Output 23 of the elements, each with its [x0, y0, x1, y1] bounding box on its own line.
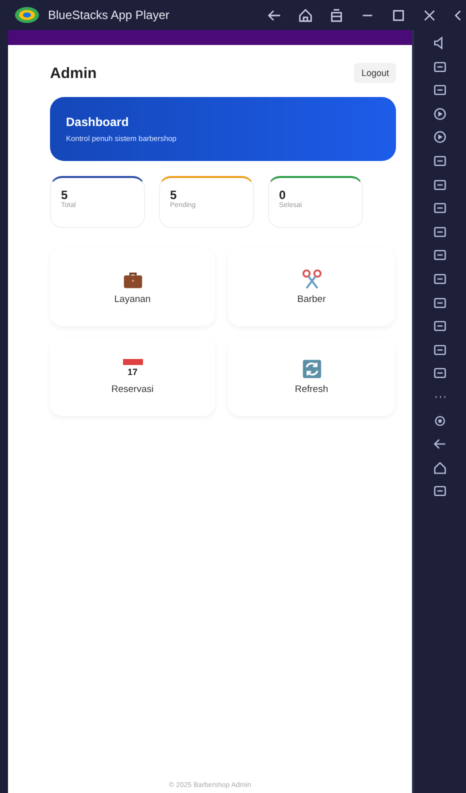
logout-button[interactable]: Logout — [354, 63, 396, 83]
app-logo-icon — [14, 6, 40, 24]
window-title: BlueStacks App Player — [48, 8, 170, 22]
recent-apps-icon[interactable] — [329, 8, 344, 22]
close-icon[interactable] — [422, 8, 437, 22]
home-icon[interactable] — [298, 8, 313, 22]
refresh-icon — [300, 359, 322, 379]
menu-card[interactable]: Layanan — [50, 248, 215, 326]
banner-title: Dashboard — [66, 115, 130, 129]
home-icon[interactable] — [433, 460, 447, 475]
play-icon[interactable] — [433, 106, 447, 121]
stat-value: 5 — [61, 188, 68, 202]
menu-card[interactable]: Barber — [228, 248, 395, 326]
stat-value: 5 — [170, 188, 177, 202]
stat-value: 0 — [279, 188, 286, 202]
menu-card[interactable]: 17 Reservasi — [50, 338, 215, 416]
back-arrow-icon[interactable] — [267, 8, 282, 22]
page-title: Admin — [50, 64, 97, 82]
back-icon[interactable] — [433, 437, 447, 452]
maximize-icon[interactable] — [391, 8, 406, 22]
menu-card[interactable]: Refresh — [228, 338, 395, 416]
collapse-icon[interactable] — [453, 8, 462, 22]
scissors-icon — [300, 269, 322, 289]
